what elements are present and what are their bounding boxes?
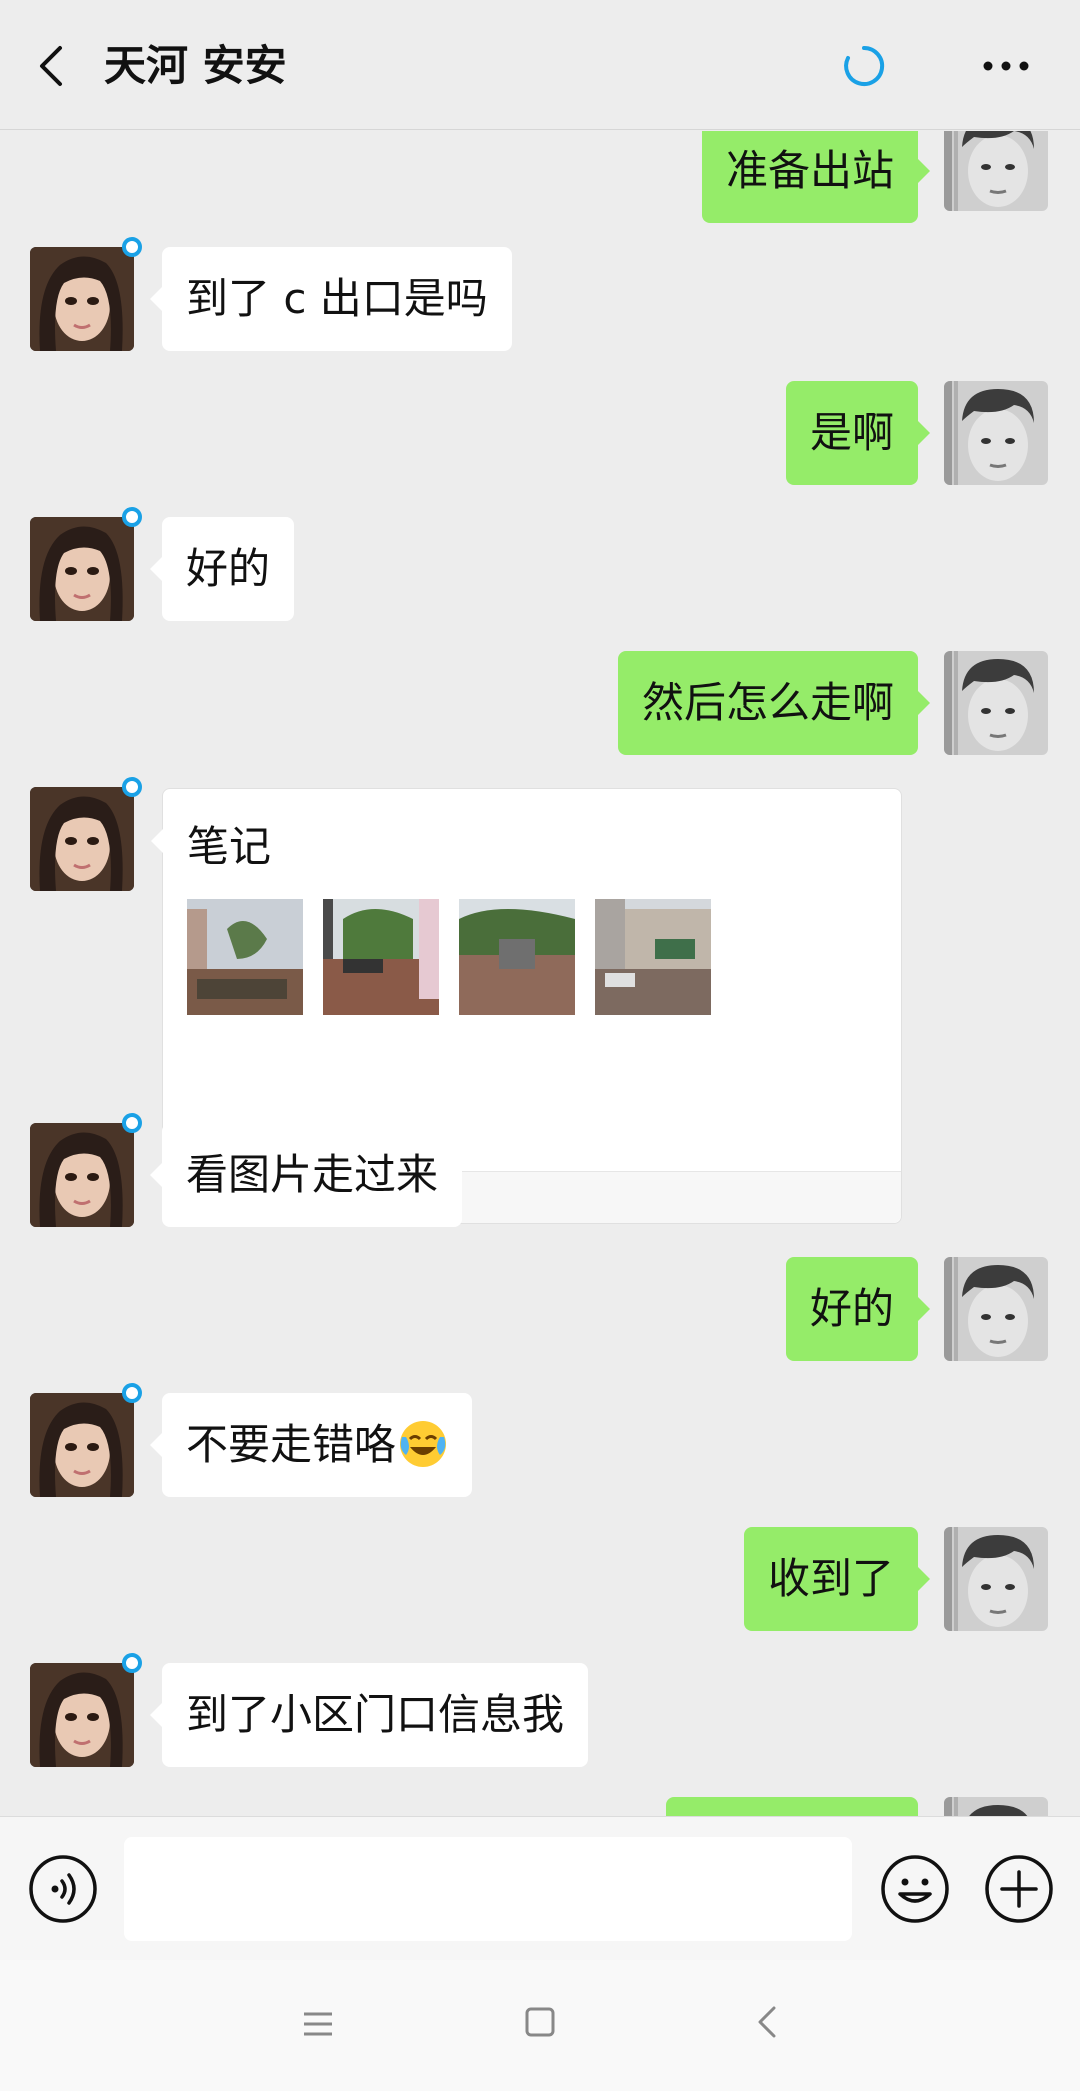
message-list[interactable]: 准备出站 到了 c 出口是吗 是啊 好的 然后怎么走啊 笔记 看图片走过来 好的… [0,131,1080,1816]
chevron-left-icon [40,46,62,86]
status-ring-icon [122,237,142,257]
avatar-contact[interactable] [30,1123,134,1227]
menu-lines-icon [304,2012,332,2036]
chat-header: 天河 安安 [0,0,1080,130]
message-bubble-incoming[interactable]: 到了 c 出口是吗 [150,247,512,351]
more-button[interactable] [980,44,1032,88]
status-ring-icon [122,777,142,797]
voice-button[interactable] [28,1854,98,1924]
avatar-self[interactable] [944,1257,1048,1361]
message-bubble-outgoing[interactable]: 准备出站 [701,131,931,223]
status-ring-icon [122,1113,142,1133]
avatar-contact[interactable] [30,247,134,351]
note-thumbnail [595,899,711,1015]
avatar-self[interactable] [944,651,1048,755]
square-home-icon [525,2007,555,2037]
message-input[interactable] [124,1837,852,1941]
avatar-self[interactable] [944,1527,1048,1631]
message-bubble-incoming[interactable]: 看图片走过来 [149,1123,463,1227]
emoji-button[interactable] [880,1854,950,1924]
note-thumbnail [187,899,303,1015]
recent-apps-button[interactable] [300,2006,336,2042]
message-bubble-outgoing[interactable]: 好的 [785,1257,931,1361]
avatar-contact[interactable] [30,517,134,621]
message-bubble-incoming[interactable]: 到了小区门口信息我 [149,1663,589,1767]
back-button[interactable] [30,38,74,94]
message-text: 不要走错咯 [186,1420,397,1469]
message-bubble-incoming[interactable]: 好的 [149,517,295,621]
note-title: 笔记 [187,822,272,871]
message-bubble-outgoing[interactable]: 收到了 [743,1527,931,1631]
message-bubble-outgoing[interactable]: 然后怎么走啊 [617,651,931,755]
note-thumbnail [459,899,575,1015]
note-thumbnail [323,899,439,1015]
home-button[interactable] [522,2004,558,2040]
message-text: 然后怎么走啊 [641,678,894,727]
message-text: 看图片走过来 [186,1150,439,1199]
avatar-self[interactable] [944,1797,1048,1816]
composer-bar [0,1816,1080,1960]
loading-ring-icon [844,45,885,86]
more-dots-icon [983,61,1029,71]
status-ring-icon [122,507,142,527]
system-back-button[interactable] [750,2004,786,2040]
message-bubble-incoming[interactable]: 不要走错咯 [149,1393,473,1497]
message-text: 准备出站 [725,146,894,195]
message-text: 收到了 [767,1554,894,1603]
crying-laughing-emoji-icon [400,1421,447,1467]
voice-icon [29,1855,97,1923]
message-text: 是啊 [809,408,894,457]
message-bubble-outgoing[interactable] [666,1797,918,1816]
chat-title: 天河 安安 [104,41,287,90]
smiley-icon [881,1855,949,1923]
message-text: 好的 [809,1284,894,1333]
triangle-back-icon [758,2006,776,2038]
status-ring-icon [122,1653,142,1673]
message-text: 好的 [186,544,271,593]
system-navigation-bar [0,1960,1080,2091]
note-thumbnails [187,899,711,1015]
avatar-self[interactable] [944,381,1048,485]
message-text: 到了小区门口信息我 [186,1690,565,1739]
avatar-contact[interactable] [30,787,134,891]
message-text: 到了 c 出口是吗 [186,274,488,323]
more-actions-button[interactable] [984,1854,1054,1924]
avatar-contact[interactable] [30,1393,134,1497]
plus-circle-icon [985,1855,1053,1923]
avatar-contact[interactable] [30,1663,134,1767]
status-ring-icon [122,1383,142,1403]
message-bubble-outgoing[interactable]: 是啊 [785,381,931,485]
avatar-self[interactable] [944,131,1048,211]
sync-status [842,44,886,88]
